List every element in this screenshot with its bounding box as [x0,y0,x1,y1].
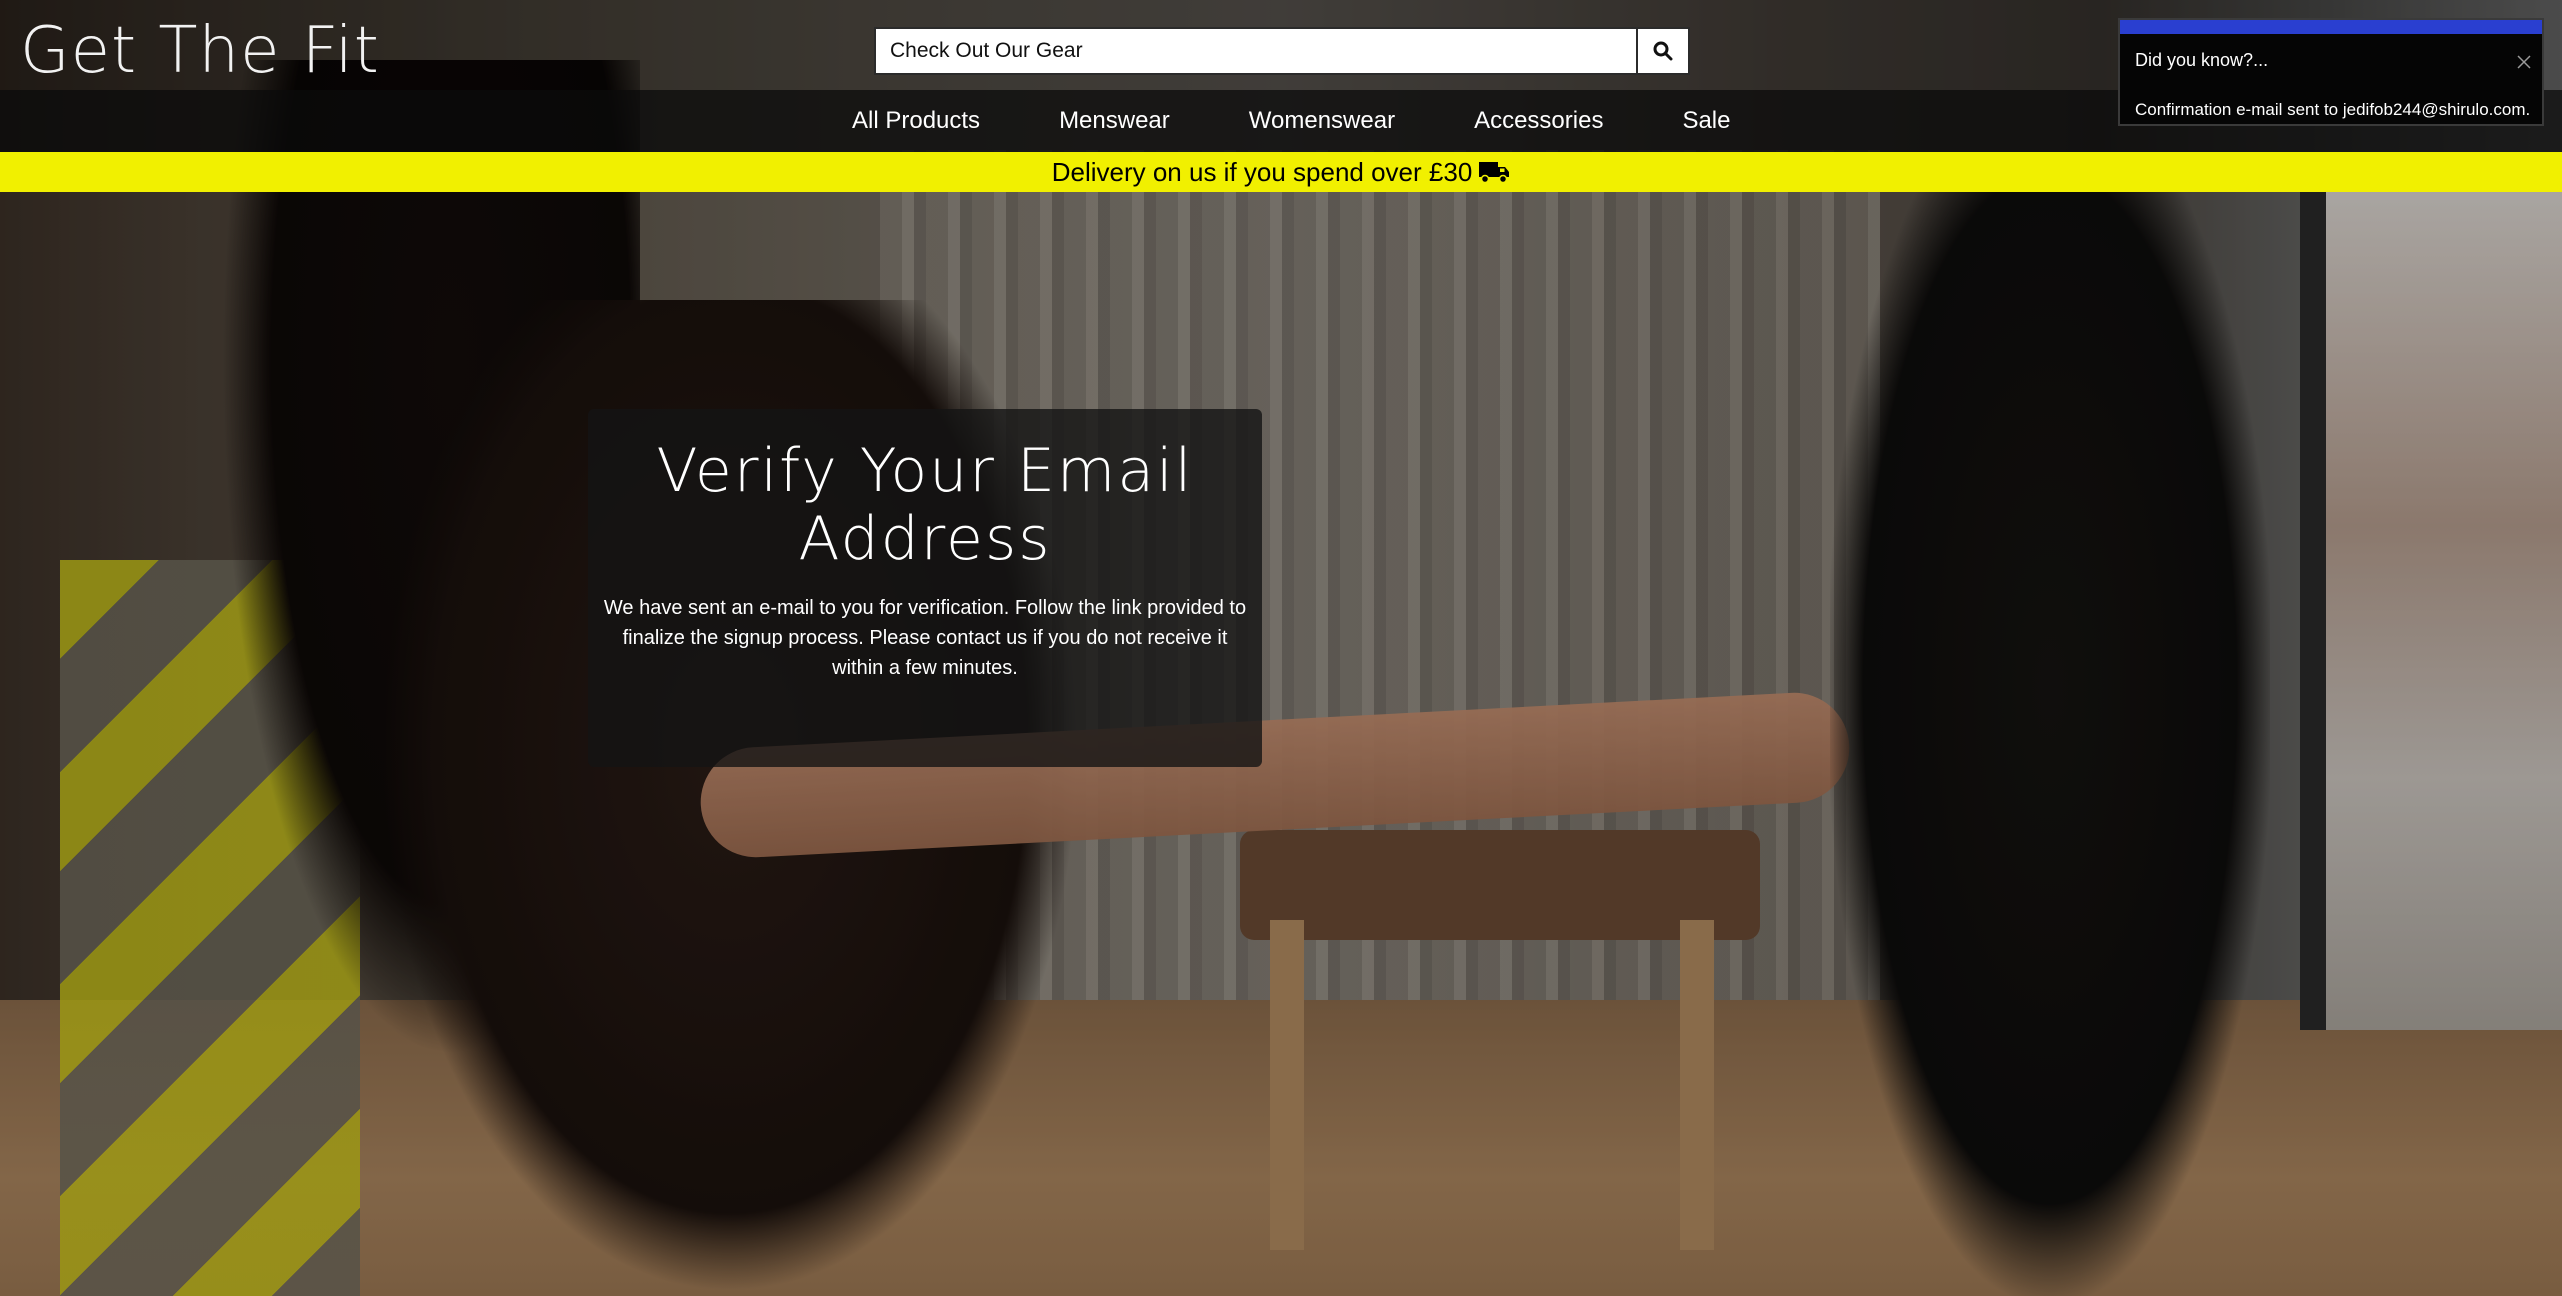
nav-item-sale[interactable]: Sale [1682,90,1730,152]
banner-text: Delivery on us if you spend over £30 [1051,156,1473,187]
notification-toast: Did you know?... Confirmation e-mail sen… [2118,18,2544,126]
nav-item-all-products[interactable]: All Products [852,90,980,152]
search-bar [874,27,1690,75]
verify-email-modal: Verify Your Email Address We have sent a… [588,409,1262,767]
notification-message: Confirmation e-mail sent to jedifob244@s… [2135,100,2531,119]
site-logo[interactable]: Get The Fit [20,14,380,88]
delivery-banner: Delivery on us if you spend over £30 [0,152,2562,192]
modal-title: Verify Your Email Address [656,436,1194,574]
truck-icon [1479,162,1510,184]
search-button[interactable] [1638,27,1690,75]
hero-background-image [0,0,2562,1296]
nav-item-menswear[interactable]: Menswear [1059,90,1170,152]
nav-item-womenswear[interactable]: Womenswear [1249,90,1395,152]
modal-body: We have sent an e-mail to you for verifi… [603,597,1247,679]
dark-overlay [0,0,2562,1296]
notification-accent-bar [2120,20,2542,34]
close-icon[interactable] [2514,52,2534,72]
search-input[interactable] [874,27,1638,75]
nav-item-accessories[interactable]: Accessories [1474,90,1603,152]
search-icon [1653,41,1673,61]
notification-title: Did you know?... [2135,50,2269,70]
